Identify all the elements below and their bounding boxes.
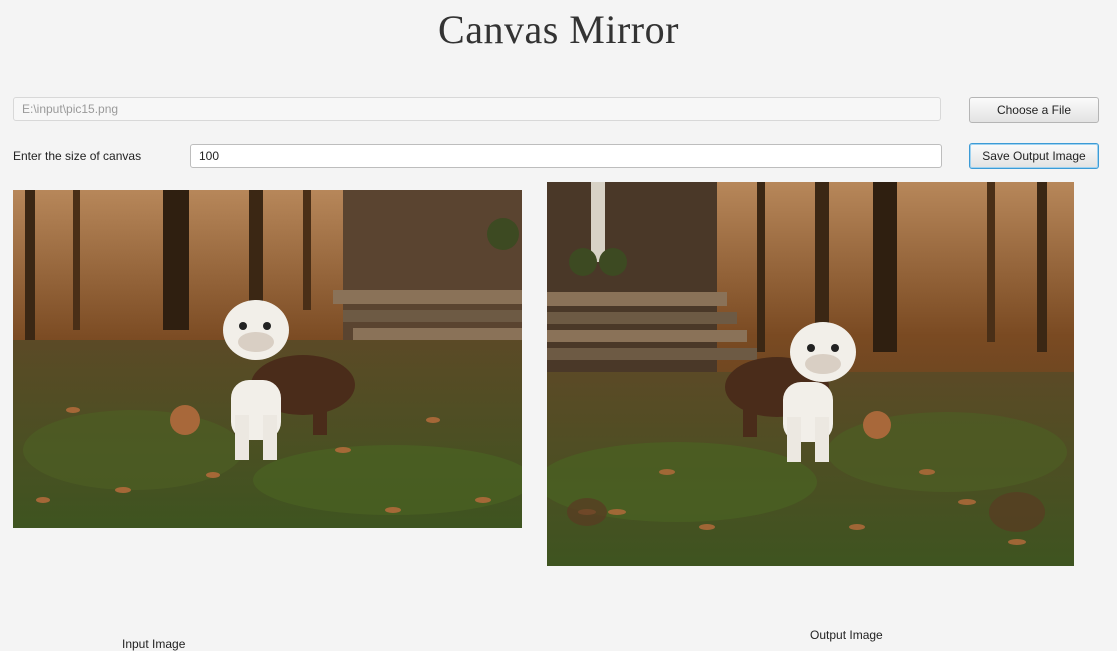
- save-output-button[interactable]: Save Output Image: [969, 143, 1099, 169]
- canvas-size-input[interactable]: [190, 144, 942, 168]
- file-path-field[interactable]: [13, 97, 941, 121]
- choose-file-button[interactable]: Choose a File: [969, 97, 1099, 123]
- canvas-mirror-window: Canvas Mirror Choose a File Enter the si…: [0, 0, 1117, 651]
- output-image: [547, 182, 1074, 566]
- input-image-caption: Input Image: [122, 637, 186, 651]
- canvas-size-label: Enter the size of canvas: [13, 149, 142, 163]
- output-image-caption: Output Image: [810, 628, 883, 642]
- app-title: Canvas Mirror: [438, 7, 679, 52]
- input-image: [13, 190, 522, 528]
